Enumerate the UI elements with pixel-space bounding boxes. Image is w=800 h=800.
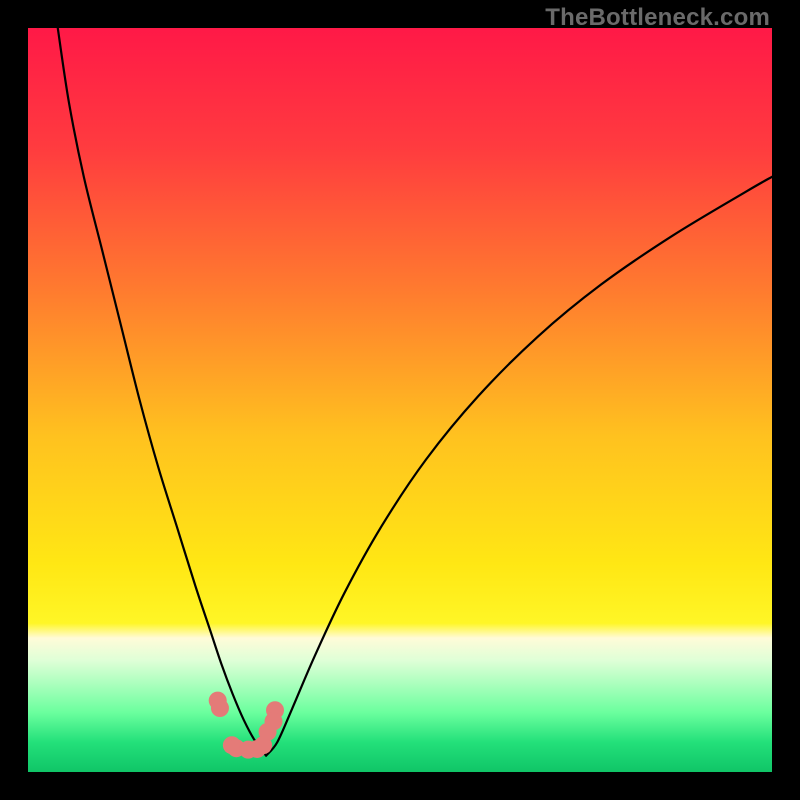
plot-area [28, 28, 772, 772]
trough-marker [211, 699, 229, 717]
chart-frame: TheBottleneck.com [0, 0, 800, 800]
watermark-text: TheBottleneck.com [545, 4, 770, 32]
plot-svg [28, 28, 772, 772]
trough-marker [259, 723, 277, 741]
